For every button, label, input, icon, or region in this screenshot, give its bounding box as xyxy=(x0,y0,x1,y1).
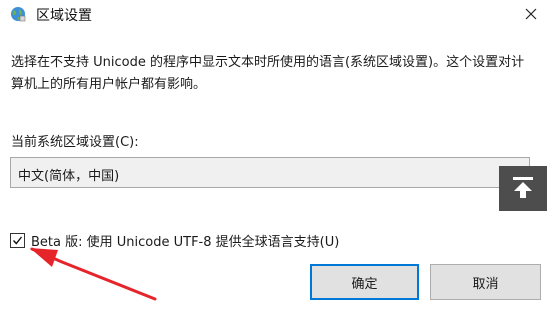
system-locale-select[interactable]: 中文(简体，中国) xyxy=(10,157,530,188)
system-locale-value: 中文(简体，中国) xyxy=(18,169,120,184)
scroll-to-top-button[interactable] xyxy=(499,166,547,211)
close-icon xyxy=(525,5,537,24)
globe-icon xyxy=(10,6,26,22)
beta-utf8-checkbox[interactable] xyxy=(10,231,25,250)
ok-button[interactable]: 确定 xyxy=(310,264,419,300)
region-settings-dialog: 区域设置 选择在不支持 Unicode 的程序中显示文本时所使用的语言(系统区域… xyxy=(0,0,550,315)
cancel-button[interactable]: 取消 xyxy=(430,264,541,300)
description-text: 选择在不支持 Unicode 的程序中显示文本时所使用的语言(系统区域设置)。这… xyxy=(11,55,525,92)
window-title: 区域设置 xyxy=(36,8,92,24)
title-bar: 区域设置 xyxy=(0,0,550,30)
arrow-up-to-top-icon xyxy=(510,174,536,204)
close-button[interactable] xyxy=(512,0,550,28)
beta-utf8-label: Beta 版: 使用 Unicode UTF-8 提供全球语言支持(U) xyxy=(31,234,340,250)
beta-utf8-option[interactable]: Beta 版: 使用 Unicode UTF-8 提供全球语言支持(U) xyxy=(10,230,339,250)
system-locale-label: 当前系统区域设置(C): xyxy=(11,135,139,150)
checkmark-icon xyxy=(12,231,23,250)
